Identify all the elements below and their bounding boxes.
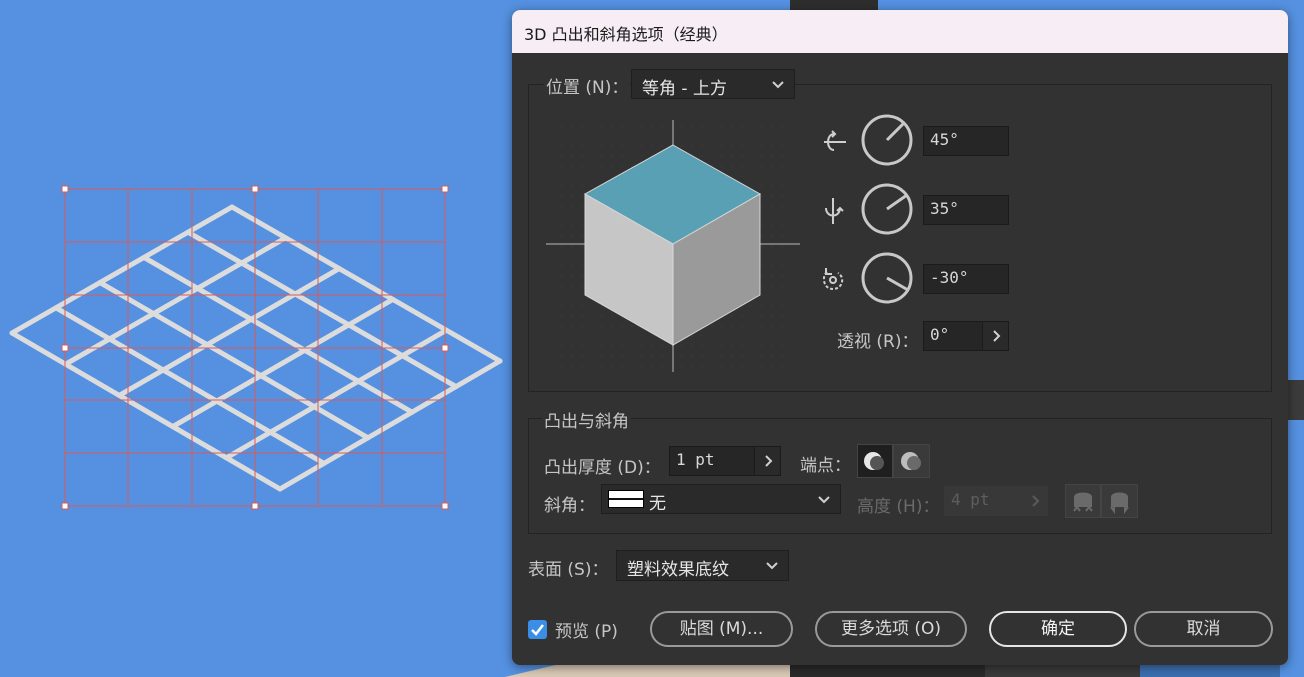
bevel-height-label: 高度 (H)： xyxy=(857,497,940,517)
extrude-depth-slider-button[interactable] xyxy=(754,446,781,476)
bevel-height-slider-button[interactable] xyxy=(1021,486,1048,516)
selection-handle[interactable] xyxy=(61,344,69,352)
rotate-x-axis-icon xyxy=(824,130,846,151)
rotate-x-value: 45° xyxy=(930,130,959,149)
surface-dropdown-value: 塑料效果底纹 xyxy=(627,560,729,580)
extrude-depth-field[interactable]: 1 pt xyxy=(669,446,755,476)
selection-handle[interactable] xyxy=(61,502,69,510)
bevel-extent-in-button[interactable] xyxy=(1101,484,1138,518)
rotate-x-dial[interactable] xyxy=(860,113,914,167)
chevron-right-icon xyxy=(993,330,1001,342)
background-bottom-panel-2 xyxy=(985,664,1140,677)
rotate-z-dial[interactable] xyxy=(860,251,914,305)
grid-line xyxy=(277,358,503,492)
cube-preview-track[interactable] xyxy=(542,116,804,378)
background-shape xyxy=(505,664,790,677)
checkmark-icon xyxy=(531,624,544,636)
selection-handle[interactable] xyxy=(251,502,259,510)
chevron-right-icon xyxy=(1032,495,1040,507)
cancel-button[interactable]: 取消 xyxy=(1134,611,1273,647)
position-label: 位置 (N)： xyxy=(544,73,631,98)
perspective-value: 0° xyxy=(930,325,950,344)
bevel-height-value: 4 pt xyxy=(951,490,990,509)
bevel-swatch xyxy=(608,490,644,508)
grid-line xyxy=(229,204,503,364)
bevel-dropdown-value: 无 xyxy=(649,494,666,514)
surface-label: 表面 (S)： xyxy=(528,560,609,580)
preview-label: 预览 (P) xyxy=(555,622,618,642)
grid-line xyxy=(116,266,342,398)
grid-line xyxy=(223,327,449,461)
dialog-titlebar[interactable]: 3D 凸出和斜角选项（经典） xyxy=(512,10,1288,53)
rotate-y-dial[interactable] xyxy=(860,182,914,236)
surface-dropdown[interactable]: 塑料效果底纹 xyxy=(616,550,789,581)
selection-handle[interactable] xyxy=(441,344,449,352)
chevron-right-icon xyxy=(765,455,773,467)
dialog-title: 3D 凸出和斜角选项（经典） xyxy=(524,25,728,44)
cap-label: 端点： xyxy=(800,456,851,476)
extrude-depth-label: 凸出厚度 (D)： xyxy=(544,458,661,478)
bevel-height-field[interactable]: 4 pt xyxy=(944,486,1022,516)
grid-line xyxy=(170,296,396,430)
selection-handle[interactable] xyxy=(441,185,449,193)
background-bottom-blue xyxy=(1140,664,1280,677)
perspective-field[interactable]: 0° xyxy=(923,321,983,351)
bevel-in-icon xyxy=(1110,492,1129,514)
chevron-down-icon xyxy=(818,496,830,504)
grid-line xyxy=(53,305,327,466)
grid-line xyxy=(63,235,289,367)
selection-handle[interactable] xyxy=(61,185,69,193)
grid-line xyxy=(185,229,459,390)
cap-off-icon xyxy=(901,452,921,470)
more-options-button[interactable]: 更多选项 (O) xyxy=(815,611,967,647)
chevron-down-icon xyxy=(772,81,784,89)
rotate-y-field[interactable]: 35° xyxy=(923,195,1009,225)
position-dropdown-value: 等角 - 上方 xyxy=(642,79,727,99)
rotate-z-axis-icon xyxy=(822,268,844,291)
grid-line xyxy=(97,280,371,441)
selection-handle[interactable] xyxy=(251,185,259,193)
perspective-label: 透视 (R)： xyxy=(837,332,919,352)
position-dropdown[interactable]: 等角 - 上方 xyxy=(631,69,795,99)
bevel-dropdown[interactable]: 无 xyxy=(601,484,841,514)
rotate-y-axis-icon xyxy=(825,198,844,224)
rotate-z-value: -30° xyxy=(930,268,969,287)
rotate-z-field[interactable]: -30° xyxy=(923,264,1009,294)
selection-handle[interactable] xyxy=(441,502,449,510)
ok-button[interactable]: 确定 xyxy=(989,611,1127,647)
grid-line xyxy=(9,204,235,336)
grid-line xyxy=(141,254,415,415)
cap-off-button[interactable] xyxy=(893,444,930,478)
cap-on-icon xyxy=(864,452,884,470)
bevel-label: 斜角： xyxy=(544,496,595,516)
map-art-button[interactable]: 贴图 (M)... xyxy=(650,611,793,647)
chevron-down-icon xyxy=(766,562,778,570)
cap-on-button[interactable] xyxy=(857,444,893,478)
selection-bounding-box[interactable] xyxy=(64,188,446,507)
preview-checkbox[interactable] xyxy=(528,620,547,639)
extrude-depth-value: 1 pt xyxy=(676,450,715,469)
perspective-slider-button[interactable] xyxy=(982,321,1009,351)
rotate-y-value: 35° xyxy=(930,199,959,218)
rotate-x-field[interactable]: 45° xyxy=(923,126,1009,156)
bevel-out-icon xyxy=(1073,492,1093,512)
bevel-extent-out-button[interactable] xyxy=(1065,484,1101,518)
grid-line xyxy=(9,330,283,492)
background-bottom-panel xyxy=(790,664,985,677)
3d-extrude-bevel-dialog: 3D 凸出和斜角选项（经典） 位置 (N)： 等角 - 上方 45° 35° -… xyxy=(512,10,1288,665)
extrude-bevel-title: 凸出与斜角 xyxy=(542,407,631,432)
